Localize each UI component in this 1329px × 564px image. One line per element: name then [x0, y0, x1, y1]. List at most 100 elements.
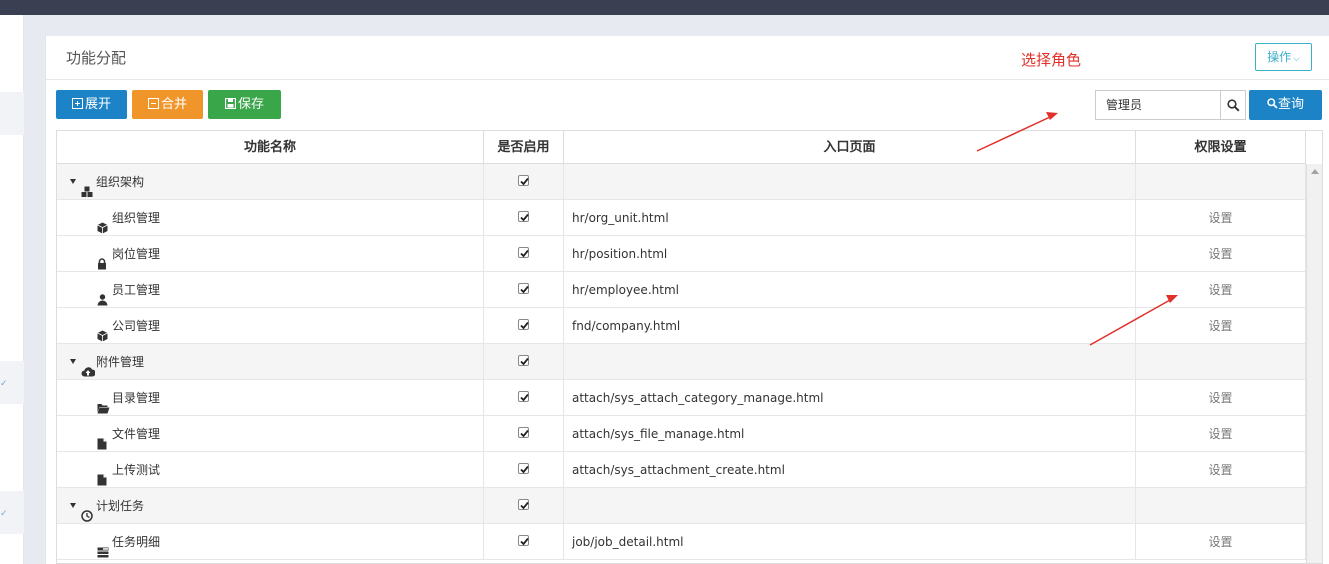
vertical-scrollbar[interactable]: [1306, 164, 1322, 563]
query-button[interactable]: 查询: [1249, 90, 1322, 120]
enabled-checkbox[interactable]: [518, 427, 529, 438]
enabled-cell: [484, 488, 564, 524]
entry-page-cell: job/job_detail.html: [564, 524, 1136, 560]
entry-page-cell: hr/employee.html: [564, 272, 1136, 308]
save-button[interactable]: 保存: [208, 90, 281, 119]
operations-label: 操作: [1267, 50, 1292, 64]
minus-square-icon: [147, 90, 159, 119]
chevron-icon: ✓: [0, 379, 8, 389]
cubes-icon: [81, 176, 93, 197]
content-gutter: [24, 15, 44, 564]
name-cell: 公司管理: [57, 308, 484, 344]
function-name: 任务明细: [112, 535, 161, 549]
enabled-cell: [484, 380, 564, 416]
column-header-name[interactable]: 功能名称: [57, 131, 484, 164]
enabled-cell: [484, 524, 564, 560]
top-navbar: [0, 0, 1329, 15]
table-group-row[interactable]: 组织架构: [57, 164, 1306, 200]
permission-setting-link: [1136, 344, 1306, 380]
tasks-icon: [97, 536, 109, 558]
name-cell: 组织架构: [57, 164, 484, 200]
function-name: 附件管理: [96, 355, 145, 369]
enabled-checkbox[interactable]: [518, 319, 529, 330]
enabled-cell: [484, 236, 564, 272]
permission-setting-link[interactable]: 设置: [1136, 452, 1306, 488]
file-icon: [97, 428, 109, 450]
collapse-toggle-icon[interactable]: [70, 503, 76, 508]
enabled-checkbox[interactable]: [518, 535, 529, 546]
entry-page-cell: attach/sys_file_manage.html: [564, 416, 1136, 452]
function-name: 目录管理: [112, 391, 161, 405]
sidebar-item[interactable]: [0, 92, 24, 135]
enabled-cell: [484, 308, 564, 344]
enabled-checkbox[interactable]: [518, 247, 529, 258]
function-name: 公司管理: [112, 319, 161, 333]
name-cell: 组织管理: [57, 200, 484, 236]
enabled-checkbox[interactable]: [518, 355, 529, 366]
name-cell: 文件管理: [57, 416, 484, 452]
table-group-row[interactable]: 附件管理: [57, 344, 1306, 380]
table-row[interactable]: 上传测试 attach/sys_attachment_create.html 设置: [57, 452, 1306, 488]
plus-square-icon: [71, 90, 83, 119]
table-row[interactable]: 目录管理 attach/sys_attach_category_manage.ht…: [57, 380, 1306, 416]
column-header-entry-page[interactable]: 入口页面: [564, 131, 1136, 164]
table-row[interactable]: 任务明细 job/job_detail.html 设置: [57, 524, 1306, 560]
entry-page-cell: [564, 164, 1136, 200]
name-cell: 任务明细: [57, 524, 484, 560]
function-name: 员工管理: [112, 283, 161, 297]
query-label: 查询: [1277, 97, 1304, 112]
permission-setting-link[interactable]: 设置: [1136, 524, 1306, 560]
table-row[interactable]: 文件管理 attach/sys_file_manage.html 设置: [57, 416, 1306, 452]
function-name: 组织管理: [112, 211, 161, 225]
table-row[interactable]: 员工管理 hr/employee.html 设置: [57, 272, 1306, 308]
sidebar: ✓ ✓: [0, 15, 24, 564]
enabled-checkbox[interactable]: [518, 463, 529, 474]
entry-page-cell: attach/sys_attach_category_manage.html: [564, 380, 1136, 416]
collapse-toggle-icon[interactable]: [70, 359, 76, 364]
role-search-input[interactable]: 管理员: [1095, 90, 1220, 120]
role-search-button[interactable]: [1220, 90, 1246, 120]
name-cell: 计划任务: [57, 488, 484, 524]
function-name: 组织架构: [96, 175, 145, 189]
permission-setting-link[interactable]: 设置: [1136, 272, 1306, 308]
enabled-checkbox[interactable]: [518, 391, 529, 402]
cube-icon: [97, 212, 109, 234]
enabled-checkbox[interactable]: [518, 499, 529, 510]
save-label: 保存: [237, 97, 264, 112]
merge-label: 合并: [160, 97, 187, 112]
cloud-upload-icon: [81, 356, 96, 377]
enabled-cell: [484, 344, 564, 380]
user-icon: [97, 284, 109, 306]
entry-page-cell: [564, 488, 1136, 524]
function-name: 上传测试: [112, 463, 161, 477]
enabled-checkbox[interactable]: [518, 175, 529, 186]
permission-setting-link[interactable]: 设置: [1136, 416, 1306, 452]
permission-setting-link[interactable]: 设置: [1136, 200, 1306, 236]
table-row[interactable]: 组织管理 hr/org_unit.html 设置: [57, 200, 1306, 236]
entry-page-cell: attach/sys_attachment_create.html: [564, 452, 1136, 488]
permission-setting-link[interactable]: 设置: [1136, 380, 1306, 416]
permission-setting-link[interactable]: 设置: [1136, 236, 1306, 272]
collapse-toggle-icon[interactable]: [70, 179, 76, 184]
column-header-permission[interactable]: 权限设置: [1136, 131, 1306, 164]
operations-dropdown-button[interactable]: 操作 ⌵: [1255, 43, 1312, 71]
enabled-checkbox[interactable]: [518, 211, 529, 222]
folder-open-icon: [97, 392, 110, 414]
enabled-cell: [484, 164, 564, 200]
name-cell: 附件管理: [57, 344, 484, 380]
function-name: 岗位管理: [112, 247, 161, 261]
panel-header: 功能分配 选择角色 操作 ⌵: [46, 36, 1329, 80]
permission-setting-link[interactable]: 设置: [1136, 308, 1306, 344]
expand-button[interactable]: 展开: [56, 90, 127, 119]
table-header: 功能名称 是否启用 入口页面 权限设置: [57, 131, 1306, 164]
table-row[interactable]: 岗位管理 hr/position.html 设置: [57, 236, 1306, 272]
page-title: 功能分配: [66, 49, 127, 67]
enabled-checkbox[interactable]: [518, 283, 529, 294]
merge-button[interactable]: 合并: [132, 90, 203, 119]
table-group-row[interactable]: 计划任务: [57, 488, 1306, 524]
search-icon: [1227, 99, 1240, 115]
table-row[interactable]: 公司管理 fnd/company.html 设置: [57, 308, 1306, 344]
column-header-enabled[interactable]: 是否启用: [484, 131, 564, 164]
entry-page-cell: [564, 344, 1136, 380]
scroll-up-arrow[interactable]: [1311, 169, 1319, 174]
